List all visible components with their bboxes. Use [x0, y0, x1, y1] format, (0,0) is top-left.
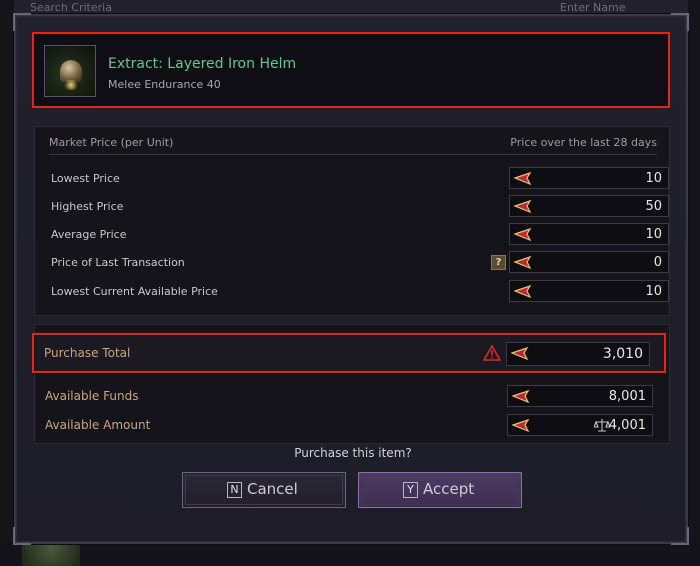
coin-icon	[512, 389, 530, 404]
price-row-lowest-available: Lowest Current Available Price 10	[49, 280, 669, 304]
cancel-hotkey: N	[227, 482, 242, 498]
accept-label: Accept	[423, 480, 475, 498]
background-left-panel	[0, 0, 14, 566]
helm-item-icon[interactable]	[44, 45, 96, 97]
accept-hotkey: Y	[403, 482, 418, 498]
background-search-criteria: Search Criteria	[30, 1, 112, 14]
price-row-label: Average Price	[51, 228, 127, 241]
coin-icon	[514, 199, 532, 214]
background-topbar: Search Criteria Enter Name	[0, 0, 700, 14]
market-price-title: Market Price (per Unit)	[49, 136, 174, 149]
price-value: 50	[645, 199, 662, 214]
price-field: 0	[509, 251, 669, 273]
purchase-dialog: Extract: Layered Iron Helm Melee Enduran…	[13, 13, 689, 545]
price-field: 10	[509, 280, 669, 302]
coin-icon	[514, 171, 532, 186]
item-header: Extract: Layered Iron Helm Melee Enduran…	[32, 32, 670, 108]
corner-ornament	[671, 13, 689, 31]
available-funds-field: 8,001	[507, 385, 653, 407]
price-value: 10	[645, 227, 662, 242]
price-row-average: Average Price 10	[49, 223, 669, 247]
helm-shape	[60, 60, 82, 82]
price-value: 10	[645, 284, 662, 299]
scale-icon	[594, 419, 610, 432]
help-icon[interactable]: ?	[491, 255, 506, 270]
cancel-label: Cancel	[247, 480, 298, 498]
warning-icon[interactable]	[483, 345, 501, 361]
background-right-panel	[688, 0, 700, 566]
helm-glow	[63, 80, 79, 90]
purchase-prompt: Purchase this item?	[294, 446, 412, 460]
available-amount-field: 4,001	[507, 414, 653, 436]
corner-ornament	[671, 527, 689, 545]
price-row-last-transaction: Price of Last Transaction ? 0	[49, 251, 669, 275]
available-funds-value: 8,001	[608, 389, 646, 404]
purchase-total-value: 3,010	[602, 346, 643, 362]
corner-ornament	[13, 527, 31, 545]
available-amount-value: 4,001	[608, 418, 646, 433]
corner-ornament	[13, 13, 31, 31]
available-funds-label: Available Funds	[45, 389, 139, 403]
purchase-total-row: Purchase Total 3,010	[32, 333, 666, 373]
price-value: 0	[653, 255, 662, 270]
cancel-button[interactable]: N Cancel	[182, 472, 346, 508]
price-field: 50	[509, 195, 669, 217]
purchase-total-label: Purchase Total	[44, 346, 131, 360]
coin-icon	[511, 346, 529, 361]
available-amount-label: Available Amount	[45, 418, 151, 432]
coin-icon	[514, 227, 532, 242]
price-row-highest: Highest Price 50	[49, 195, 669, 219]
price-row-label: Lowest Price	[51, 172, 120, 185]
coin-icon	[512, 418, 530, 433]
available-funds-row: Available Funds 8,001	[35, 383, 669, 409]
background-name-input: Enter Name	[560, 1, 626, 14]
item-name: Extract: Layered Iron Helm	[108, 56, 297, 72]
available-amount-row: Available Amount 4,001	[35, 412, 669, 438]
accept-button[interactable]: Y Accept	[358, 472, 522, 508]
price-row-label: Price of Last Transaction	[51, 256, 185, 269]
totals-panel: Purchase Total 3,010 Available Funds 8,0…	[32, 324, 670, 444]
price-field: 10	[509, 167, 669, 189]
coin-icon	[514, 255, 532, 270]
coin-icon	[514, 284, 532, 299]
price-row-label: Highest Price	[51, 200, 124, 213]
price-row-label: Lowest Current Available Price	[51, 285, 218, 298]
market-price-header: Market Price (per Unit) Price over the l…	[49, 133, 657, 155]
purchase-total-field: 3,010	[506, 342, 650, 366]
market-price-panel: Market Price (per Unit) Price over the l…	[34, 126, 670, 316]
item-subtitle: Melee Endurance 40	[108, 78, 221, 91]
price-value: 10	[645, 171, 662, 186]
price-row-lowest: Lowest Price 10	[49, 167, 669, 191]
price-field: 10	[509, 223, 669, 245]
price-period-label: Price over the last 28 days	[510, 136, 657, 149]
